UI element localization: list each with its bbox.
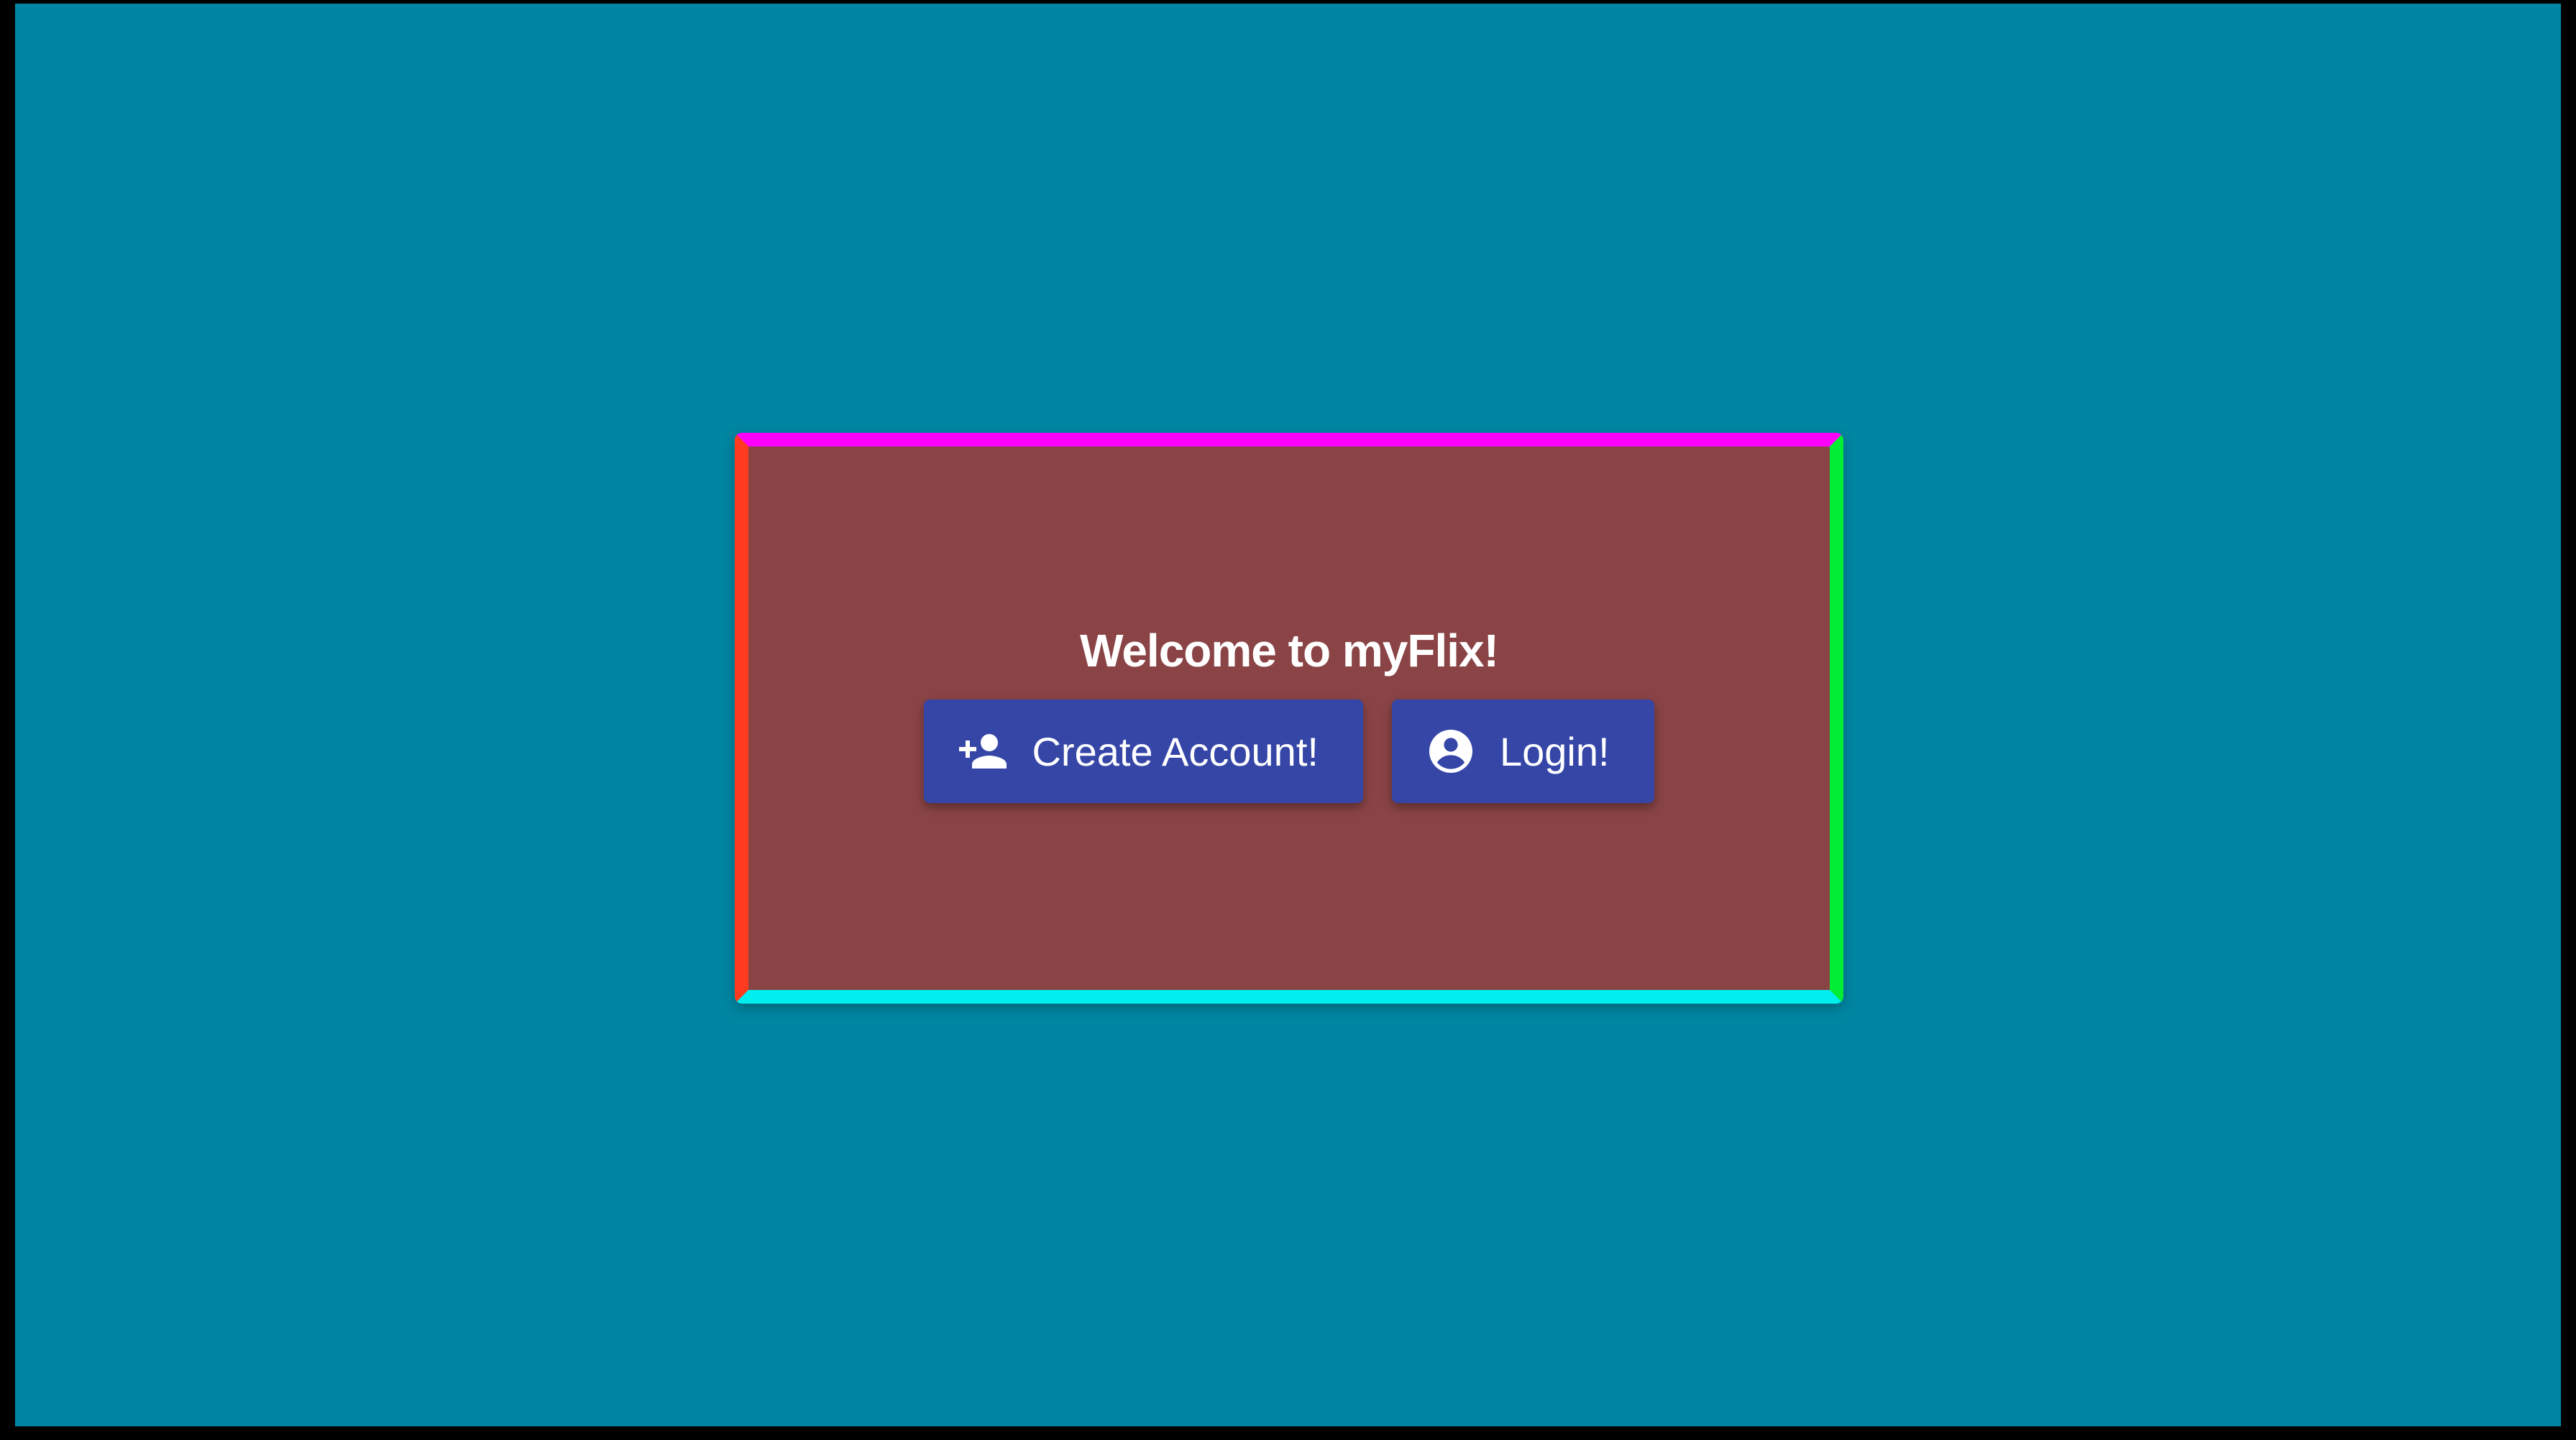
create-account-button[interactable]: Create Account!	[924, 700, 1363, 803]
person-add-icon	[957, 725, 1009, 777]
login-label: Login!	[1499, 728, 1610, 774]
app-background: Welcome to myFlix! Create Account! Login…	[15, 4, 2561, 1426]
account-circle-icon	[1425, 725, 1477, 777]
create-account-label: Create Account!	[1032, 728, 1319, 774]
login-button[interactable]: Login!	[1391, 700, 1654, 803]
welcome-card-content: Welcome to myFlix! Create Account! Login…	[748, 446, 1830, 990]
welcome-card: Welcome to myFlix! Create Account! Login…	[735, 433, 1843, 1004]
action-buttons: Create Account! Login!	[924, 700, 1654, 803]
page-title: Welcome to myFlix!	[1080, 625, 1499, 677]
